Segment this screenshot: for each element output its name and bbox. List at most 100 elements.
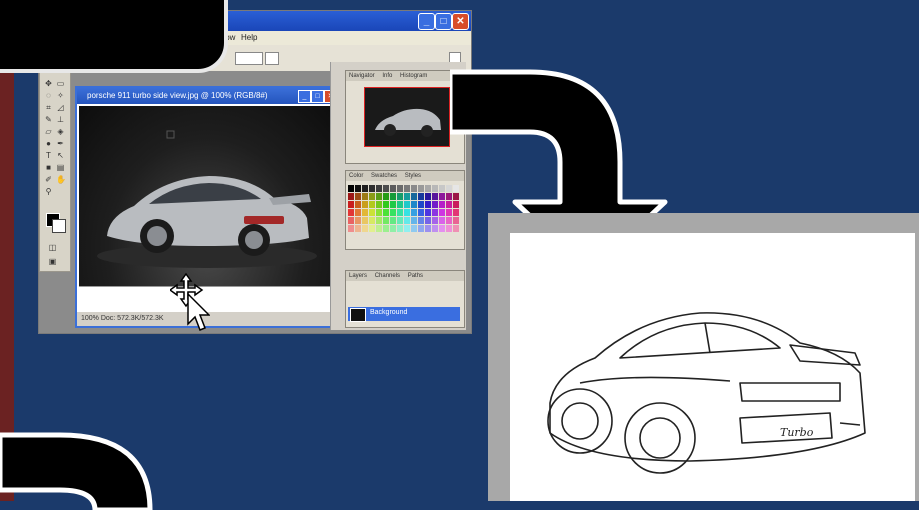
swatch[interactable]	[383, 209, 389, 216]
marquee-tool-icon[interactable]: ▭	[56, 79, 65, 88]
close-icon[interactable]: ✕	[452, 13, 469, 30]
swatch[interactable]	[362, 193, 368, 200]
swatch[interactable]	[369, 193, 375, 200]
tab-color[interactable]: Color	[346, 173, 366, 179]
swatch[interactable]	[418, 225, 424, 232]
swatch[interactable]	[376, 217, 382, 224]
tab-info[interactable]: Info	[379, 73, 395, 79]
swatch[interactable]	[418, 209, 424, 216]
navigator-tabs[interactable]: Navigator Info Histogram	[346, 71, 464, 81]
menu-help[interactable]: Help	[241, 33, 257, 42]
swatch[interactable]	[404, 225, 410, 232]
swatch[interactable]	[348, 193, 354, 200]
type-tool-icon[interactable]: T	[44, 151, 53, 160]
swatch[interactable]	[397, 201, 403, 208]
option-icon[interactable]	[265, 52, 279, 65]
swatch[interactable]	[397, 225, 403, 232]
swatch[interactable]	[432, 185, 438, 192]
swatch[interactable]	[348, 217, 354, 224]
size-field[interactable]	[235, 52, 263, 65]
dodge-tool-icon[interactable]: ●	[44, 139, 53, 148]
swatch[interactable]	[390, 193, 396, 200]
swatch[interactable]	[376, 185, 382, 192]
swatch[interactable]	[425, 193, 431, 200]
swatch[interactable]	[390, 201, 396, 208]
swatch[interactable]	[383, 217, 389, 224]
swatch[interactable]	[432, 217, 438, 224]
swatch[interactable]	[348, 225, 354, 232]
swatch[interactable]	[362, 217, 368, 224]
swatch[interactable]	[383, 185, 389, 192]
tab-styles[interactable]: Styles	[402, 173, 424, 179]
swatch[interactable]	[362, 185, 368, 192]
move-tool-icon[interactable]: ✥	[44, 79, 53, 88]
quickmask-icon[interactable]: ◫	[48, 243, 57, 252]
crop-tool-icon[interactable]: ⌗	[44, 103, 53, 112]
color-tabs[interactable]: Color Swatches Styles	[346, 171, 464, 181]
swatch[interactable]	[355, 217, 361, 224]
swatch[interactable]	[439, 217, 445, 224]
swatch[interactable]	[425, 201, 431, 208]
swatch[interactable]	[369, 185, 375, 192]
swatch[interactable]	[355, 185, 361, 192]
eyedropper-tool-icon[interactable]: ✐	[44, 175, 53, 184]
tab-channels[interactable]: Channels	[372, 273, 403, 279]
swatch[interactable]	[411, 185, 417, 192]
swatch[interactable]	[411, 217, 417, 224]
photo-canvas[interactable]	[79, 106, 335, 286]
swatch[interactable]	[355, 209, 361, 216]
swatch[interactable]	[355, 225, 361, 232]
wand-tool-icon[interactable]: ✧	[56, 91, 65, 100]
swatch[interactable]	[362, 225, 368, 232]
swatch[interactable]	[369, 217, 375, 224]
swatch[interactable]	[425, 185, 431, 192]
swatch[interactable]	[411, 225, 417, 232]
tab-swatches[interactable]: Swatches	[368, 173, 400, 179]
stamp-tool-icon[interactable]: ⊥	[56, 115, 65, 124]
zoom-tool-icon[interactable]: ⚲	[44, 187, 53, 196]
swatch[interactable]	[432, 193, 438, 200]
swatch[interactable]	[390, 209, 396, 216]
swatch[interactable]	[432, 201, 438, 208]
tab-navigator[interactable]: Navigator	[346, 73, 378, 79]
swatch[interactable]	[362, 209, 368, 216]
swatch[interactable]	[397, 193, 403, 200]
swatch[interactable]	[383, 225, 389, 232]
swatch[interactable]	[411, 209, 417, 216]
swatch[interactable]	[425, 209, 431, 216]
hand-tool-icon[interactable]: ✋	[56, 175, 66, 184]
swatch[interactable]	[404, 201, 410, 208]
screen-mode-icon[interactable]: ▣	[48, 257, 57, 266]
swatch[interactable]	[411, 201, 417, 208]
swatch[interactable]	[376, 201, 382, 208]
swatch[interactable]	[418, 201, 424, 208]
swatch[interactable]	[404, 193, 410, 200]
pen-tool-icon[interactable]: ✒	[56, 139, 65, 148]
swatch[interactable]	[355, 201, 361, 208]
swatch[interactable]	[390, 225, 396, 232]
layer-row[interactable]: Background	[348, 307, 460, 322]
swatch[interactable]	[390, 185, 396, 192]
swatch[interactable]	[383, 193, 389, 200]
swatch[interactable]	[439, 201, 445, 208]
swatch[interactable]	[439, 209, 445, 216]
swatch[interactable]	[383, 201, 389, 208]
swatch[interactable]	[376, 209, 382, 216]
swatch[interactable]	[404, 185, 410, 192]
swatch[interactable]	[348, 201, 354, 208]
minimize-icon[interactable]: _	[418, 13, 435, 30]
shape-tool-icon[interactable]: ■	[44, 163, 53, 172]
swatch[interactable]	[348, 209, 354, 216]
swatch[interactable]	[439, 185, 445, 192]
swatch-grid[interactable]	[348, 185, 460, 237]
swatch[interactable]	[404, 209, 410, 216]
notes-tool-icon[interactable]: ▤	[56, 163, 65, 172]
background-color-swatch[interactable]	[52, 219, 66, 233]
swatch[interactable]	[418, 185, 424, 192]
swatch[interactable]	[425, 217, 431, 224]
doc-minimize-icon[interactable]: _	[298, 90, 311, 103]
slice-tool-icon[interactable]: ◿	[56, 103, 65, 112]
tab-paths[interactable]: Paths	[405, 273, 426, 279]
swatch[interactable]	[369, 209, 375, 216]
swatch[interactable]	[390, 217, 396, 224]
